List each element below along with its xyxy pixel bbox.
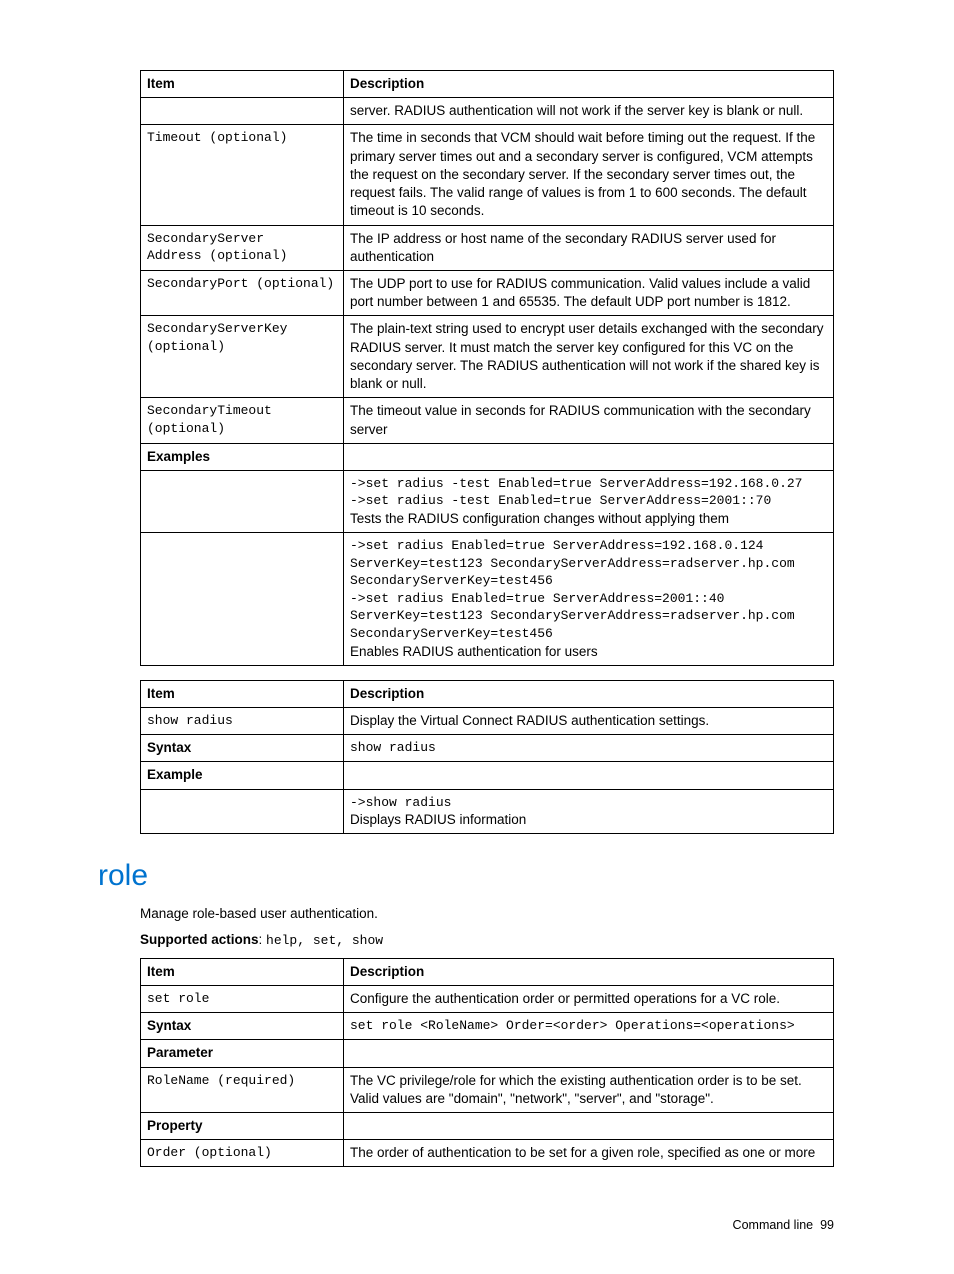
table-row: Syntax show radius <box>141 735 834 762</box>
prop-desc: The order of authentication to be set fo… <box>344 1140 834 1167</box>
example-row: ->set radius Enabled=true ServerAddress=… <box>141 533 834 666</box>
table-row: set role Configure the authentication or… <box>141 985 834 1012</box>
example-row: ->set radius -test Enabled=true ServerAd… <box>141 470 834 532</box>
prop-name: Order (optional) <box>141 1140 344 1167</box>
prop-desc: The time in seconds that VCM should wait… <box>344 125 834 225</box>
footer-page-number: 99 <box>820 1218 834 1232</box>
col-desc-header: Description <box>344 958 834 985</box>
page-footer: Command line 99 <box>140 1217 834 1234</box>
example-code: ->show radius <box>350 794 827 812</box>
col-item-header: Item <box>141 71 344 98</box>
prop-name: SecondaryTimeout (optional) <box>141 398 344 443</box>
example-text: Tests the RADIUS configuration changes w… <box>350 510 827 528</box>
table-row: Timeout (optional) The time in seconds t… <box>141 125 834 225</box>
example-text: Enables RADIUS authentication for users <box>350 643 827 661</box>
cmd-name: show radius <box>141 707 344 734</box>
col-desc-header: Description <box>344 680 834 707</box>
supported-actions-values: help, set, show <box>266 933 383 948</box>
role-supported: Supported actions: help, set, show <box>140 931 834 950</box>
example-code: ->set radius Enabled=true ServerAddress=… <box>350 537 827 642</box>
col-item-header: Item <box>141 958 344 985</box>
table-row: Example <box>141 762 834 789</box>
radius-properties-table: Item Description server. RADIUS authenti… <box>140 70 834 666</box>
parameter-label: Parameter <box>141 1040 344 1067</box>
example-text: Displays RADIUS information <box>350 811 827 829</box>
example-label: Example <box>141 762 344 789</box>
syntax-value: set role <RoleName> Order=<order> Operat… <box>344 1013 834 1040</box>
prop-name <box>141 98 344 125</box>
table-row: show radius Display the Virtual Connect … <box>141 707 834 734</box>
prop-desc: server. RADIUS authentication will not w… <box>344 98 834 125</box>
cmd-desc: Display the Virtual Connect RADIUS authe… <box>344 707 834 734</box>
section-heading-role: role <box>98 856 834 897</box>
table-row: SecondaryPort (optional) The UDP port to… <box>141 270 834 315</box>
table-row: RoleName (required) The VC privilege/rol… <box>141 1067 834 1112</box>
table-row: ->show radius Displays RADIUS informatio… <box>141 789 834 834</box>
table-row: SecondaryServer Address (optional) The I… <box>141 225 834 270</box>
prop-name: Timeout (optional) <box>141 125 344 225</box>
set-role-table: Item Description set role Configure the … <box>140 958 834 1168</box>
examples-header-row: Examples <box>141 443 834 470</box>
table-row: SecondaryServerKey (optional) The plain-… <box>141 316 834 398</box>
table-row: server. RADIUS authentication will not w… <box>141 98 834 125</box>
table-row: Property <box>141 1112 834 1139</box>
param-desc: The VC privilege/role for which the exis… <box>344 1067 834 1112</box>
property-label: Property <box>141 1112 344 1139</box>
supported-actions-label: Supported actions <box>140 932 259 947</box>
prop-desc: The plain-text string used to encrypt us… <box>344 316 834 398</box>
prop-name: SecondaryPort (optional) <box>141 270 344 315</box>
footer-section: Command line <box>733 1218 814 1232</box>
syntax-value: show radius <box>344 735 834 762</box>
syntax-label: Syntax <box>141 1013 344 1040</box>
example-code: ->set radius -test Enabled=true ServerAd… <box>350 475 827 510</box>
prop-name: SecondaryServerKey (optional) <box>141 316 344 398</box>
prop-desc: The UDP port to use for RADIUS communica… <box>344 270 834 315</box>
table-row: Order (optional) The order of authentica… <box>141 1140 834 1167</box>
prop-name: SecondaryServer Address (optional) <box>141 225 344 270</box>
prop-desc: The timeout value in seconds for RADIUS … <box>344 398 834 443</box>
table-row: Parameter <box>141 1040 834 1067</box>
table-row: SecondaryTimeout (optional) The timeout … <box>141 398 834 443</box>
cmd-desc: Configure the authentication order or pe… <box>344 985 834 1012</box>
syntax-label: Syntax <box>141 735 344 762</box>
cmd-name: set role <box>141 985 344 1012</box>
role-intro: Manage role-based user authentication. <box>140 905 834 923</box>
col-desc-header: Description <box>344 71 834 98</box>
col-item-header: Item <box>141 680 344 707</box>
param-name: RoleName (required) <box>141 1067 344 1112</box>
prop-desc: The IP address or host name of the secon… <box>344 225 834 270</box>
table-row: Syntax set role <RoleName> Order=<order>… <box>141 1013 834 1040</box>
show-radius-table: Item Description show radius Display the… <box>140 680 834 835</box>
examples-label: Examples <box>141 443 344 470</box>
